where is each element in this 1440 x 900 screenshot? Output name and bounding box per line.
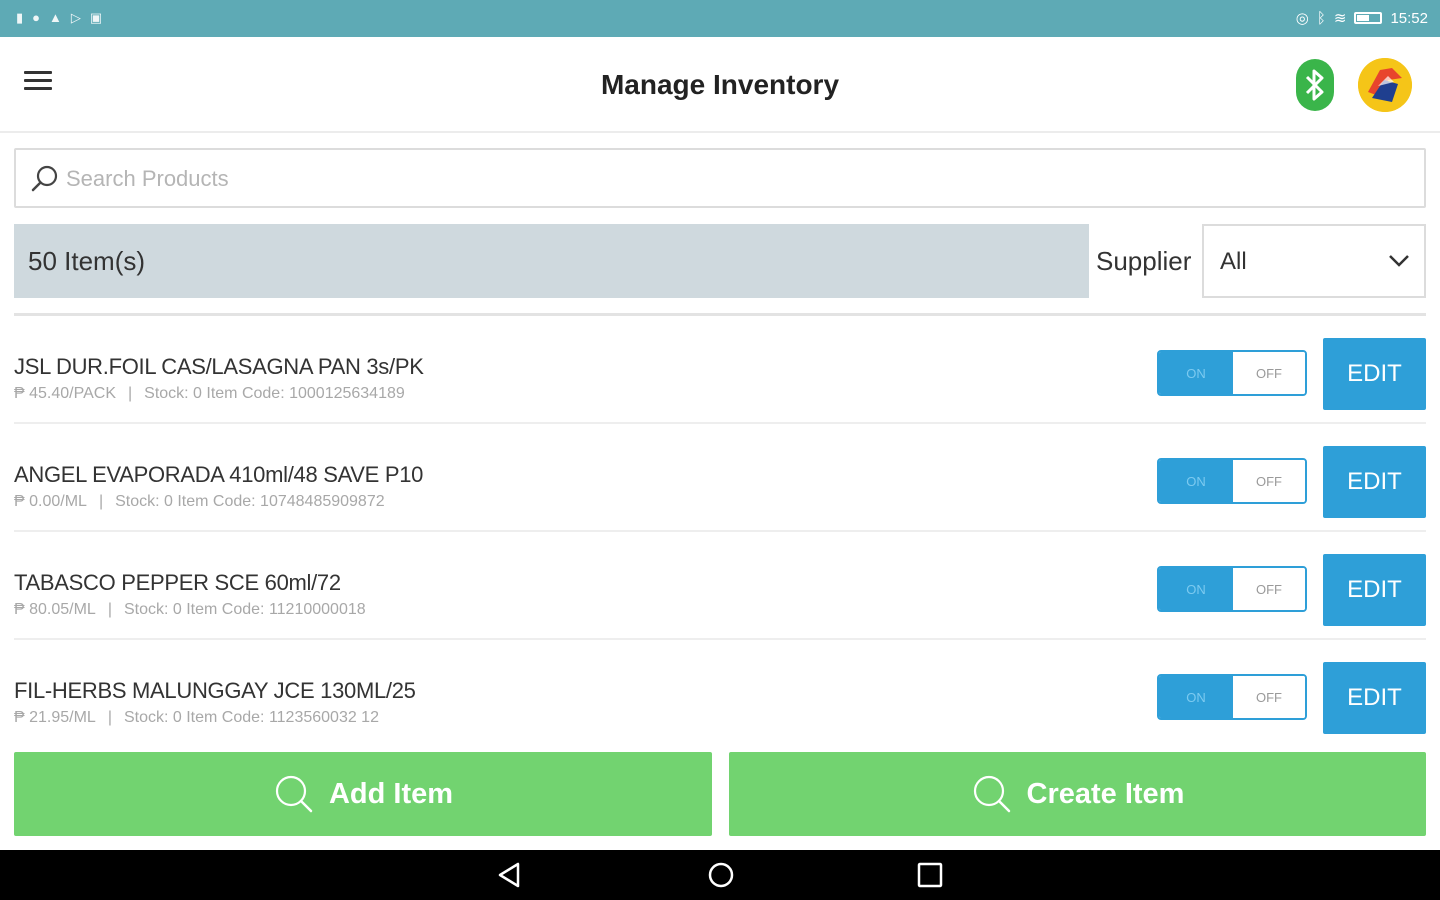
availability-toggle[interactable]: ON OFF bbox=[1157, 674, 1307, 720]
product-details: ₱ 0.00/ML | Stock: 0 Item Code: 1074848590… bbox=[14, 493, 385, 510]
notification-icon: ▮ bbox=[16, 10, 24, 25]
availability-toggle[interactable]: ON OFF bbox=[1157, 458, 1307, 504]
play-icon: ▷ bbox=[70, 10, 81, 25]
search-icon bbox=[275, 775, 313, 813]
item-count: 50 Item(s) bbox=[28, 246, 146, 276]
toggle-off[interactable]: OFF bbox=[1233, 676, 1305, 718]
edit-button[interactable]: EDIT bbox=[1323, 554, 1426, 626]
product-list: JSL DUR.FOIL CAS/LASAGNA PAN 3s/PK ₱ 45.… bbox=[14, 316, 1426, 748]
battery-icon bbox=[1354, 12, 1383, 24]
edit-button[interactable]: EDIT bbox=[1323, 662, 1426, 734]
product-details: ₱ 80.05/ML | Stock: 0 Item Code: 112100000… bbox=[14, 601, 366, 618]
product-name: TABASCO PEPPER SCE 60ml/72 bbox=[14, 570, 341, 595]
toggle-off[interactable]: OFF bbox=[1233, 352, 1305, 394]
product-details: ₱ 45.40/PACK | Stock: 0 Item Code: 1000125… bbox=[14, 385, 405, 402]
supplier-label: Supplier bbox=[1096, 246, 1192, 276]
product-price: ₱ 80.05/ML bbox=[14, 601, 96, 618]
toggle-on[interactable]: ON bbox=[1159, 460, 1233, 502]
product-row: TABASCO PEPPER SCE 60ml/72 ₱ 80.05/ML | St… bbox=[14, 532, 1426, 640]
home-icon[interactable] bbox=[706, 860, 736, 890]
search-icon bbox=[973, 775, 1010, 813]
product-price: ₱ 45.40/PACK bbox=[14, 385, 116, 402]
item-count-bar: 50 Item(s) bbox=[14, 224, 1089, 298]
create-item-label: Create Item bbox=[1026, 777, 1185, 810]
toggle-off[interactable]: OFF bbox=[1233, 460, 1305, 502]
system-nav-bar bbox=[0, 850, 1440, 900]
message-icon: ● bbox=[32, 10, 41, 25]
status-notification-icons: ▮ ● ▲ ▷ ▣ bbox=[16, 10, 102, 26]
product-price: ₱ 21.95/ML bbox=[14, 709, 96, 726]
search-bar bbox=[14, 148, 1426, 208]
recent-apps-icon[interactable] bbox=[916, 862, 944, 888]
create-item-button[interactable]: Create Item bbox=[729, 752, 1426, 836]
logo-icon bbox=[1358, 58, 1412, 112]
wifi-icon: ≋ bbox=[1333, 10, 1347, 27]
product-name: ANGEL EVAPORADA 410ml/48 SAVE P10 bbox=[14, 462, 424, 487]
location-icon: ◎ bbox=[1295, 10, 1309, 27]
status-bar: ▮ ● ▲ ▷ ▣ ◎ ᛒ ≋ 15:52 bbox=[0, 0, 1440, 37]
image-icon: ▣ bbox=[89, 10, 103, 25]
supplier-dropdown[interactable]: All bbox=[1202, 224, 1426, 298]
add-item-button[interactable]: Add Item bbox=[14, 752, 712, 836]
add-item-label: Add Item bbox=[328, 777, 454, 810]
status-time: 15:52 bbox=[1390, 9, 1428, 27]
product-row: JSL DUR.FOIL CAS/LASAGNA PAN 3s/PK ₱ 45.… bbox=[14, 316, 1426, 424]
product-name: JSL DUR.FOIL CAS/LASAGNA PAN 3s/PK bbox=[14, 354, 424, 379]
page-title: Manage Inventory bbox=[600, 69, 840, 100]
toggle-off[interactable]: OFF bbox=[1233, 568, 1305, 610]
chevron-down-icon bbox=[1389, 255, 1409, 267]
product-row: FIL-HERBS MALUNGGAY JCE 130ML/25 ₱ 21.95… bbox=[14, 640, 1426, 748]
supplier-selected-value: All bbox=[1220, 248, 1247, 275]
product-row: ANGEL EVAPORADA 410ml/48 SAVE P10 ₱ 0.00… bbox=[14, 424, 1426, 532]
edit-button[interactable]: EDIT bbox=[1323, 338, 1426, 410]
back-icon[interactable] bbox=[494, 860, 524, 890]
product-stock-code: Stock: 0 Item Code: 1000125634189 bbox=[144, 385, 405, 402]
product-name: FIL-HERBS MALUNGGAY JCE 130ML/25 bbox=[14, 678, 416, 703]
bluetooth-icon: ᛒ bbox=[1316, 9, 1326, 27]
status-system-icons: ◎ ᛒ ≋ 15:52 bbox=[1295, 9, 1428, 28]
product-stock-code: Stock: 0 Item Code: 11210000018 bbox=[123, 601, 366, 618]
product-details: ₱ 21.95/ML | Stock: 0 Item Code: 112356003… bbox=[14, 709, 379, 726]
toggle-on[interactable]: ON bbox=[1159, 676, 1233, 718]
availability-toggle[interactable]: ON OFF bbox=[1157, 350, 1307, 396]
product-price: ₱ 0.00/ML bbox=[14, 493, 87, 510]
app-bar: Manage Inventory bbox=[0, 37, 1440, 133]
search-input[interactable] bbox=[66, 162, 1406, 196]
edit-button[interactable]: EDIT bbox=[1323, 446, 1426, 518]
availability-toggle[interactable]: ON OFF bbox=[1157, 566, 1307, 612]
warning-icon: ▲ bbox=[49, 10, 62, 25]
bluetooth-button[interactable] bbox=[1296, 59, 1334, 111]
toggle-on[interactable]: ON bbox=[1159, 352, 1233, 394]
toggle-on[interactable]: ON bbox=[1159, 568, 1233, 610]
product-stock-code: Stock: 0 Item Code: 10748485909872 bbox=[115, 493, 385, 510]
brand-logo[interactable] bbox=[1358, 58, 1412, 112]
product-stock-code: Stock: 0 Item Code: 1123560032 12 bbox=[123, 709, 379, 726]
search-icon bbox=[31, 165, 58, 192]
bluetooth-icon bbox=[1305, 69, 1324, 101]
